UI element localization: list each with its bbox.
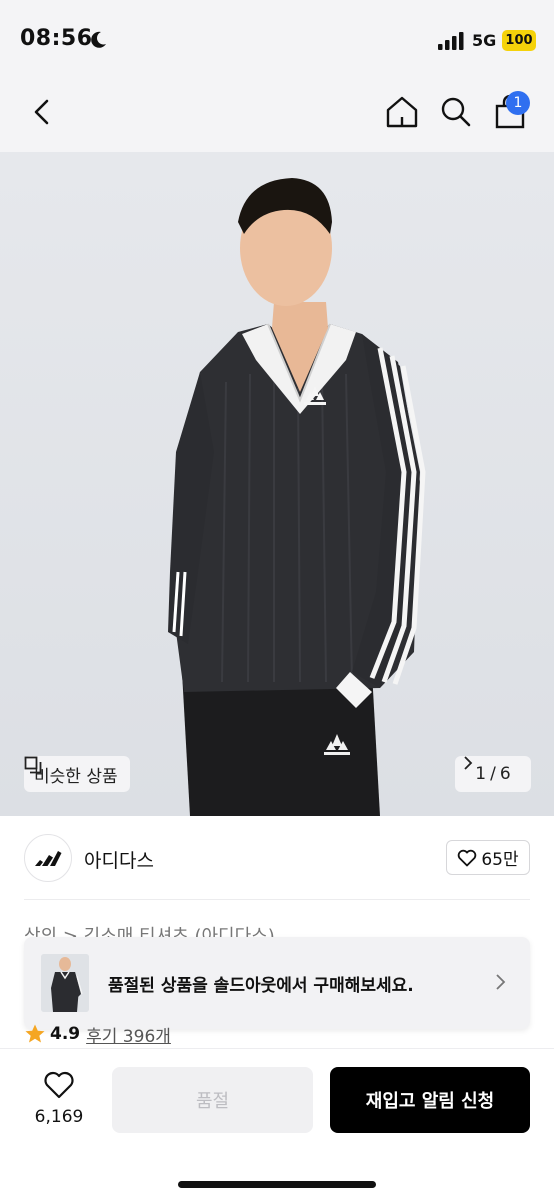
battery-icon: 100 <box>502 30 536 51</box>
search-icon <box>441 97 471 127</box>
home-icon <box>386 96 418 128</box>
brand-row: 아디다스 65만 <box>0 816 554 900</box>
divider <box>24 899 530 900</box>
bottom-action-bar: 6,169 품절 재입고 알림 신청 <box>0 1048 554 1200</box>
similar-icon <box>24 756 42 774</box>
moon-icon <box>91 31 106 48</box>
soldout-button[interactable]: 품절 <box>112 1067 313 1133</box>
star-icon <box>25 1024 45 1043</box>
cart-count-badge: 1 <box>506 91 530 115</box>
search-button[interactable] <box>438 94 474 130</box>
back-button[interactable] <box>24 94 60 130</box>
soldout-promo-banner[interactable]: 품절된 상품을 솔드아웃에서 구매해보세요. <box>24 937 530 1029</box>
product-photo <box>168 178 426 816</box>
nav-bar: 1 <box>0 80 554 152</box>
rating-score: 4.9 <box>50 1024 81 1044</box>
rating-summary: 4.9 후기 396개 <box>24 1021 171 1047</box>
status-time: 08:56 <box>20 26 93 51</box>
network-label: 5G <box>472 31 497 50</box>
product-image-carousel[interactable]: 비슷한 상품 1 / 6 <box>0 152 554 816</box>
product-thumbnail <box>41 954 89 1012</box>
brand-name-link[interactable]: 아디다스 <box>84 846 154 873</box>
page-separator: / <box>490 764 496 784</box>
wishlist-count: 6,169 <box>34 1107 84 1127</box>
similar-products-label: 비슷한 상품 <box>34 766 118 787</box>
chevron-right-icon <box>464 756 473 770</box>
heart-icon <box>458 849 477 866</box>
chevron-left-icon <box>34 99 49 125</box>
similar-products-button[interactable]: 비슷한 상품 <box>24 756 130 792</box>
brand-like-count: 65만 <box>481 850 519 870</box>
reviews-link[interactable]: 후기 396개 <box>86 1022 171 1047</box>
page-current: 1 <box>475 764 487 784</box>
status-bar: 08:56 5G 100 <box>0 0 554 80</box>
chevron-right-icon <box>496 974 506 990</box>
wishlist-button[interactable]: 6,169 <box>24 1069 94 1131</box>
page-total: 6 <box>499 764 511 784</box>
heart-icon <box>44 1071 74 1099</box>
home-button[interactable] <box>384 94 420 130</box>
restock-alert-button[interactable]: 재입고 알림 신청 <box>330 1067 530 1133</box>
image-pager-button[interactable]: 1 / 6 <box>455 756 531 792</box>
home-indicator <box>178 1181 376 1188</box>
brand-like-button[interactable]: 65만 <box>446 840 530 875</box>
brand-logo-button[interactable] <box>24 834 72 882</box>
signal-icon <box>438 32 464 50</box>
soldout-banner-text: 품절된 상품을 솔드아웃에서 구매해보세요. <box>108 976 414 996</box>
adidas-logo-icon <box>35 851 62 866</box>
